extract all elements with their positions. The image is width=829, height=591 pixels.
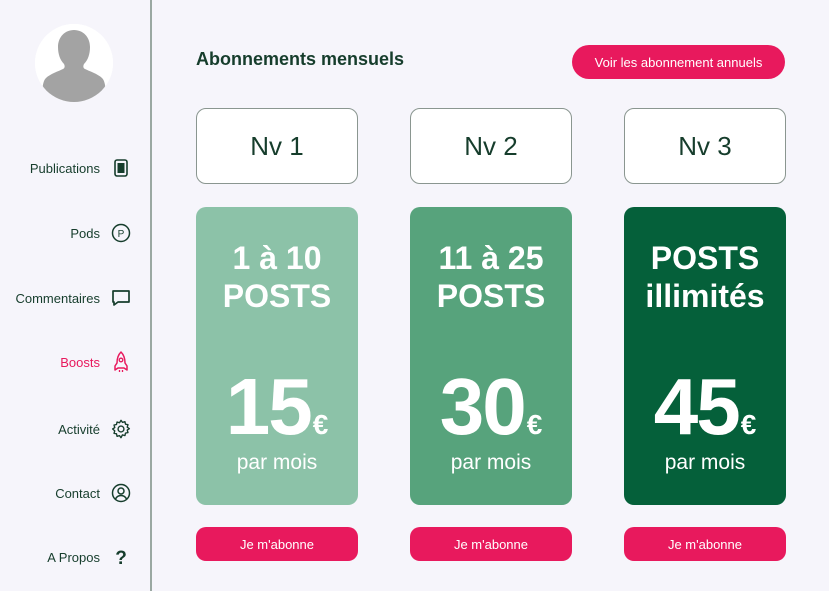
level-box-1: Nv 1	[196, 108, 358, 184]
sidebar-item-label: Activité	[58, 421, 100, 437]
user-circle-icon	[110, 482, 132, 504]
plan-posts: POSTS illimités	[645, 240, 765, 314]
plan-card-3: POSTS illimités 45 € par mois	[624, 207, 786, 505]
plan-posts: 11 à 25 POSTS	[436, 240, 546, 314]
sidebar-item-pods[interactable]: Pods P	[70, 218, 132, 248]
question-icon: ?	[110, 546, 132, 568]
sidebar-item-activite[interactable]: Activité	[58, 414, 132, 444]
p-circle-icon: P	[110, 222, 132, 244]
plan-card-2: 11 à 25 POSTS 30 € par mois	[410, 207, 572, 505]
page-title: Abonnements mensuels	[196, 49, 405, 69]
subscribe-button-2[interactable]: Je m'abonne	[410, 527, 572, 561]
sidebar-item-publications[interactable]: Publications	[30, 153, 132, 183]
sidebar-item-contact[interactable]: Contact	[55, 478, 132, 508]
sidebar-item-a-propos[interactable]: A Propos ?	[47, 542, 132, 572]
level-box-3: Nv 3	[624, 108, 786, 184]
plan-period: par mois	[236, 451, 318, 474]
view-annual-subscriptions-button[interactable]: Voir les abonnement annuels	[572, 45, 785, 79]
user-silhouette-icon	[35, 24, 113, 102]
sidebar: Publications Pods P Commentaires Boosts …	[0, 0, 152, 591]
sidebar-item-boosts[interactable]: Boosts	[60, 347, 132, 377]
sidebar-item-label: Commentaires	[15, 290, 100, 306]
sidebar-item-label: A Propos	[47, 549, 100, 565]
plan-price: 30 €	[439, 362, 543, 451]
plan-posts: 1 à 10 POSTS	[222, 240, 332, 314]
plan-period: par mois	[664, 451, 746, 474]
plan-price: 15 €	[225, 362, 329, 451]
plan-price: 45 €	[653, 362, 757, 451]
svg-text:P: P	[118, 229, 125, 240]
gear-icon	[110, 418, 132, 440]
svg-text:?: ?	[115, 548, 127, 567]
subscribe-button-3[interactable]: Je m'abonne	[624, 527, 786, 561]
sidebar-item-label: Pods	[70, 225, 100, 241]
level-box-2: Nv 2	[410, 108, 572, 184]
avatar[interactable]	[35, 24, 113, 102]
rocket-icon	[110, 351, 132, 373]
subscribe-button-1[interactable]: Je m'abonne	[196, 527, 358, 561]
plan-period: par mois	[450, 451, 532, 474]
sidebar-item-commentaires[interactable]: Commentaires	[15, 283, 132, 313]
plan-card-1: 1 à 10 POSTS 15 € par mois	[196, 207, 358, 505]
sidebar-item-label: Contact	[55, 485, 100, 501]
sidebar-item-label: Publications	[29, 160, 100, 176]
comment-icon	[110, 287, 132, 309]
sidebar-item-label: Boosts	[60, 354, 100, 370]
document-icon	[110, 157, 132, 179]
